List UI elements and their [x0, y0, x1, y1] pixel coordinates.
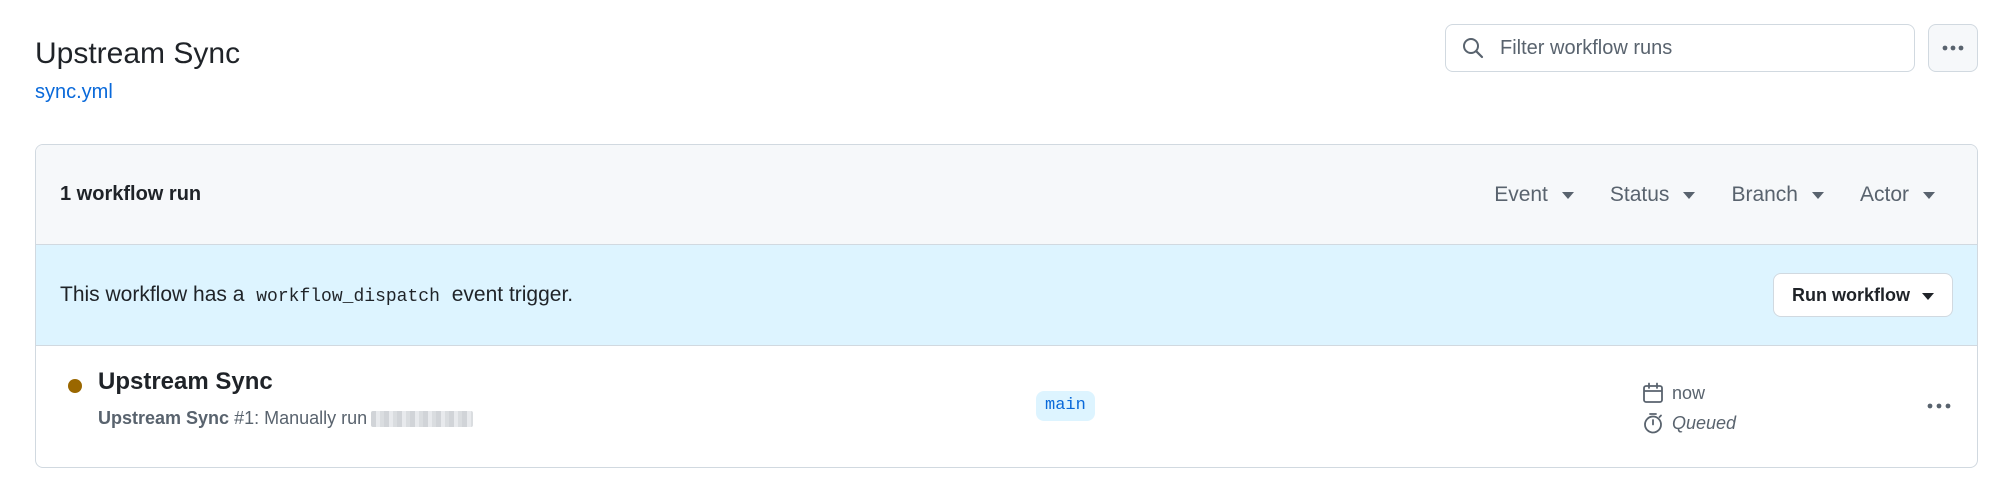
- branch-label[interactable]: main: [1036, 391, 1095, 421]
- queued-status-icon: [68, 379, 82, 393]
- table-row: Upstream Sync Upstream Sync #1: Manually…: [36, 346, 1977, 466]
- filter-label: Actor: [1859, 182, 1909, 206]
- run-workflow-button[interactable]: Run workflow: [1773, 273, 1953, 317]
- filter-label: Event: [1494, 182, 1548, 206]
- runs-box-header: 1 workflow run Event Status Branch Actor: [36, 145, 1977, 245]
- kebab-horizontal-icon: [1926, 397, 1952, 415]
- workflow-file-link[interactable]: sync.yml: [35, 80, 113, 104]
- triangle-down-icon: [1811, 192, 1824, 199]
- run-started: now: [1642, 378, 1736, 408]
- kebab-horizontal-icon: [1941, 39, 1965, 57]
- run-filters: Event Status Branch Actor: [1476, 183, 1953, 207]
- filter-label: Status: [1609, 182, 1670, 206]
- dispatch-banner: This workflow has a workflow_dispatch ev…: [36, 245, 1977, 346]
- run-status-text: Queued: [1672, 412, 1737, 433]
- filter-actor[interactable]: Actor: [1842, 183, 1953, 207]
- triangle-down-icon: [1922, 292, 1934, 300]
- banner-suffix: event trigger.: [451, 283, 574, 306]
- page-header: Upstream Sync sync.yml: [35, 0, 1978, 144]
- filter-runs-search[interactable]: [1445, 24, 1915, 72]
- runs-count: 1 workflow run: [60, 183, 202, 205]
- run-meta: Upstream Sync #1: Manually run: [98, 408, 474, 429]
- run-timing: now Queued: [1642, 378, 1736, 438]
- banner-code: workflow_dispatch: [256, 287, 440, 307]
- search-icon: [1460, 35, 1486, 61]
- stopwatch-icon: [1642, 412, 1668, 434]
- filter-label: Branch: [1731, 182, 1798, 206]
- run-workflow-label: Run workflow: [1792, 284, 1910, 305]
- filter-runs-input[interactable]: [1498, 35, 1902, 61]
- run-status: Queued: [1642, 408, 1736, 438]
- run-meta-text: #1: Manually run: [234, 408, 368, 428]
- run-started-text: now: [1672, 382, 1706, 403]
- run-workflow-name: Upstream Sync: [98, 408, 230, 428]
- filter-event[interactable]: Event: [1476, 183, 1592, 207]
- calendar-icon: [1642, 382, 1668, 404]
- workflow-page: Upstream Sync sync.yml 1 workf: [0, 0, 2013, 481]
- filter-status[interactable]: Status: [1592, 183, 1714, 207]
- workflow-menu-button[interactable]: [1928, 24, 1978, 72]
- banner-prefix: This workflow has a: [60, 283, 245, 306]
- triangle-down-icon: [1683, 192, 1696, 199]
- workflow-runs-box: 1 workflow run Event Status Branch Actor: [35, 144, 1978, 468]
- triangle-down-icon: [1561, 192, 1574, 199]
- banner-message: This workflow has a workflow_dispatch ev…: [60, 283, 573, 307]
- filter-branch[interactable]: Branch: [1713, 183, 1842, 207]
- run-title-link[interactable]: Upstream Sync: [98, 368, 273, 396]
- page-title: Upstream Sync: [35, 37, 241, 70]
- run-menu-button[interactable]: [1919, 388, 1959, 424]
- redacted-actor-name: [371, 410, 474, 427]
- triangle-down-icon: [1923, 192, 1935, 199]
